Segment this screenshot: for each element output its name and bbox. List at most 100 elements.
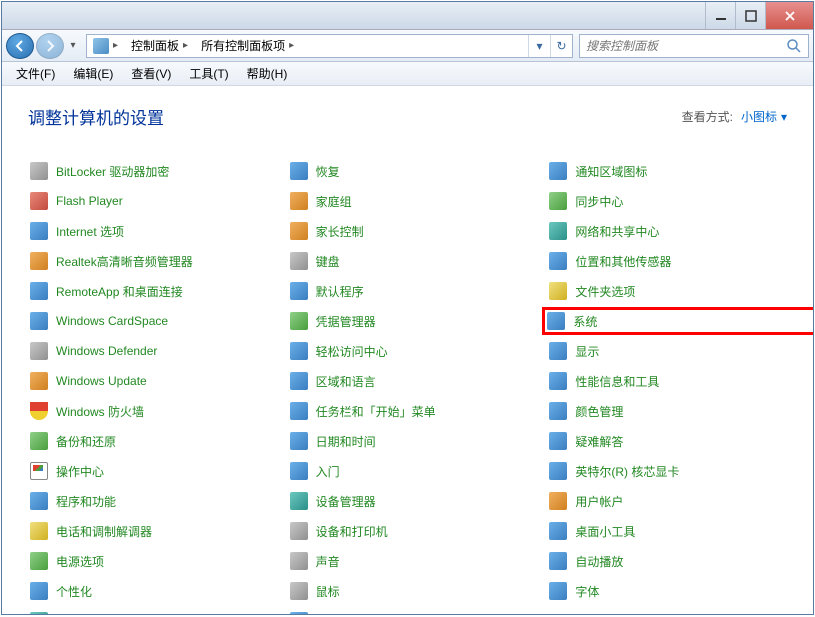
control-panel-item[interactable]: 设备管理器 (288, 491, 528, 511)
view-mode: 查看方式: 小图标 ▾ (682, 108, 787, 125)
control-panel-item[interactable]: 索引选项 (288, 611, 528, 614)
control-panel-item[interactable]: 字体 (547, 581, 787, 601)
control-panel-item[interactable]: 任务栏和「开始」菜单 (288, 401, 528, 421)
control-panel-item[interactable]: Windows 防火墙 (28, 401, 268, 421)
item-icon (290, 402, 308, 420)
item-icon (30, 552, 48, 570)
breadcrumb-seg-1[interactable]: 控制面板 ▸ (125, 35, 195, 57)
control-panel-item[interactable]: Realtek高清晰音频管理器 (28, 251, 268, 271)
item-label: 文件夹选项 (575, 283, 635, 300)
window-controls (705, 2, 813, 29)
item-icon (30, 612, 48, 614)
item-label: 字体 (575, 583, 599, 600)
control-panel-item[interactable]: 个性化 (28, 581, 268, 601)
item-label: 同步中心 (575, 193, 623, 210)
control-panel-item[interactable]: 电话和调制解调器 (28, 521, 268, 541)
item-label: 入门 (316, 463, 340, 480)
chevron-right-icon: ▸ (113, 40, 118, 51)
control-panel-item[interactable]: 恢复 (288, 161, 528, 181)
control-panel-item[interactable]: 鼠标 (288, 581, 528, 601)
menu-item[interactable]: 文件(F) (8, 63, 63, 84)
control-panel-item[interactable]: 文件夹选项 (547, 281, 787, 301)
control-panel-item[interactable]: 键盘 (288, 251, 528, 271)
item-label: 设备管理器 (316, 493, 376, 510)
item-label: 恢复 (316, 163, 340, 180)
control-panel-item[interactable]: 操作中心 (28, 461, 268, 481)
view-mode-select[interactable]: 小图标 ▾ (741, 108, 787, 125)
breadcrumb-label: 控制面板 (131, 37, 179, 54)
menu-item[interactable]: 查看(V) (123, 63, 179, 84)
control-panel-item[interactable]: Flash Player (28, 191, 268, 211)
control-panel-item[interactable]: 区域和语言 (288, 371, 528, 391)
item-icon (290, 252, 308, 270)
item-label: 性能信息和工具 (575, 373, 659, 390)
item-label: 区域和语言 (316, 373, 376, 390)
control-panel-item[interactable]: 颜色管理 (547, 401, 787, 421)
control-panel-item[interactable]: 自动播放 (547, 551, 787, 571)
item-icon (549, 252, 567, 270)
control-panel-item[interactable]: 电源选项 (28, 551, 268, 571)
menu-item[interactable]: 工具(T) (181, 63, 236, 84)
control-panel-item[interactable]: 同步中心 (547, 191, 787, 211)
control-panel-item[interactable]: 程序和功能 (28, 491, 268, 511)
search-input[interactable] (586, 39, 786, 53)
maximize-button[interactable] (735, 2, 765, 29)
control-panel-item[interactable]: 凭据管理器 (288, 311, 528, 331)
control-panel-item[interactable]: 桌面小工具 (547, 521, 787, 541)
control-panel-item[interactable]: Windows CardSpace (28, 311, 268, 331)
control-panel-item[interactable]: 网络和共享中心 (547, 221, 787, 241)
minimize-button[interactable] (705, 2, 735, 29)
menu-item[interactable]: 编辑(E) (65, 63, 121, 84)
control-panel-item[interactable]: 默认程序 (288, 281, 528, 301)
view-mode-value: 小图标 (741, 108, 777, 125)
item-label: 英特尔(R) 核芯显卡 (575, 463, 679, 480)
control-panel-item[interactable]: 性能信息和工具 (547, 371, 787, 391)
control-panel-item[interactable]: 通知区域图标 (547, 161, 787, 181)
control-panel-item[interactable]: 显示 (547, 341, 787, 361)
breadcrumb-seg-2[interactable]: 所有控制面板项 ▸ (195, 35, 301, 57)
refresh-button[interactable]: ↻ (550, 35, 572, 57)
control-panel-item[interactable]: 家长控制 (288, 221, 528, 241)
explorer-window: ▾ ▸ 控制面板 ▸ 所有控制面板项 ▸ ▾ ↻ 文件(F)编辑(E)查看 (1, 1, 814, 615)
item-label: 轻松访问中心 (316, 343, 388, 360)
item-icon (30, 282, 48, 300)
control-panel-item[interactable]: 轻松访问中心 (288, 341, 528, 361)
control-panel-item[interactable]: Windows Update (28, 371, 268, 391)
control-panel-item[interactable]: 日期和时间 (288, 431, 528, 451)
control-panel-item[interactable]: 用户帐户 (547, 491, 787, 511)
forward-button[interactable] (36, 33, 64, 59)
item-label: 设备和打印机 (316, 523, 388, 540)
item-label: 位置和其他传感器 (575, 253, 671, 270)
menu-item[interactable]: 帮助(H) (239, 63, 296, 84)
close-button[interactable] (765, 2, 813, 29)
item-icon (549, 582, 567, 600)
address-bar[interactable]: ▸ 控制面板 ▸ 所有控制面板项 ▸ ▾ ↻ (86, 34, 573, 58)
control-panel-item[interactable]: RemoteApp 和桌面连接 (28, 281, 268, 301)
control-panel-item[interactable]: 设备和打印机 (288, 521, 528, 541)
control-panel-item[interactable]: 家庭组 (288, 191, 528, 211)
search-icon (786, 38, 802, 54)
control-panel-item[interactable]: 管理工具 (28, 611, 268, 614)
control-panel-item[interactable]: 位置和其他传感器 (547, 251, 787, 271)
item-label: 系统 (573, 313, 597, 330)
nav-history-dropdown[interactable]: ▾ (66, 36, 80, 56)
back-button[interactable] (6, 33, 34, 59)
control-panel-item[interactable]: 英特尔(R) 核芯显卡 (547, 461, 787, 481)
control-panel-item[interactable]: 备份和还原 (28, 431, 268, 451)
search-box[interactable] (579, 34, 809, 58)
control-panel-item-highlighted[interactable]: 系统 (542, 307, 813, 335)
control-panel-grid: BitLocker 驱动器加密 恢复 通知区域图标 Flash Player 家庭组 同步… (28, 161, 787, 614)
control-panel-item[interactable]: 疑难解答 (547, 431, 787, 451)
item-icon (290, 522, 308, 540)
control-panel-item[interactable]: 声音 (288, 551, 528, 571)
control-panel-item[interactable]: 入门 (288, 461, 528, 481)
item-icon (30, 432, 48, 450)
item-label: 任务栏和「开始」菜单 (316, 403, 436, 420)
control-panel-item[interactable]: BitLocker 驱动器加密 (28, 161, 268, 181)
address-dropdown[interactable]: ▾ (528, 35, 550, 57)
control-panel-item[interactable]: Windows Defender (28, 341, 268, 361)
item-label: 键盘 (316, 253, 340, 270)
control-panel-item[interactable]: Internet 选项 (28, 221, 268, 241)
address-root[interactable]: ▸ (87, 35, 125, 57)
item-label: 个性化 (56, 583, 92, 600)
